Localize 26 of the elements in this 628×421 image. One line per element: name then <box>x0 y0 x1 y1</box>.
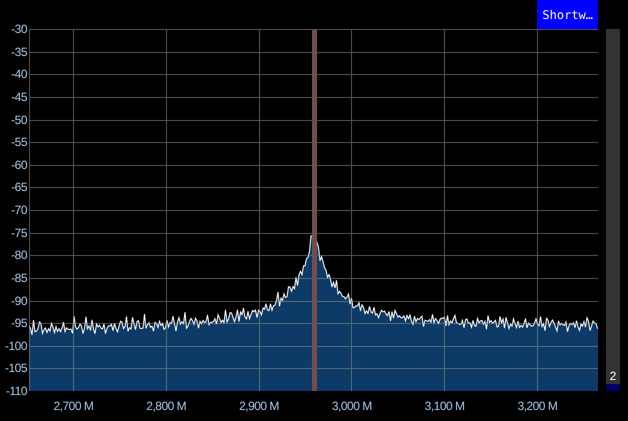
y-axis-label: -110 <box>6 383 27 399</box>
y-axis-label: -35 <box>11 44 27 60</box>
x-axis-label: 2,800 M <box>145 398 188 414</box>
y-axis-label: -65 <box>11 179 27 196</box>
meter-reading: 2 <box>608 369 618 383</box>
y-axis-label: -60 <box>11 156 27 173</box>
y-axis-label: -80 <box>11 247 27 264</box>
y-axis-label: -85 <box>11 270 27 286</box>
y-axis-label: -45 <box>11 88 27 105</box>
x-axis-label: 2,900 M <box>238 398 280 414</box>
y-axis-label: -100 <box>4 338 27 354</box>
x-axis-label: 2,700 M <box>52 398 94 414</box>
x-axis-label: 3,000 M <box>330 398 373 414</box>
band-label[interactable]: Shortw… <box>537 0 598 29</box>
y-axis-label: -30 <box>11 21 27 37</box>
y-axis-label: -40 <box>11 66 27 82</box>
y-axis-label: -70 <box>11 202 27 218</box>
y-axis-label: -90 <box>11 292 27 308</box>
y-axis-label: -105 <box>4 360 27 376</box>
x-axis-label: 3,200 M <box>516 398 558 414</box>
tuning-marker[interactable] <box>312 29 317 391</box>
y-axis-label: -55 <box>11 134 27 150</box>
y-axis-label: -95 <box>11 315 27 332</box>
y-axis-label: -75 <box>11 224 27 241</box>
y-axis-label: -50 <box>11 112 27 128</box>
x-axis-label: 3,100 M <box>424 398 466 414</box>
